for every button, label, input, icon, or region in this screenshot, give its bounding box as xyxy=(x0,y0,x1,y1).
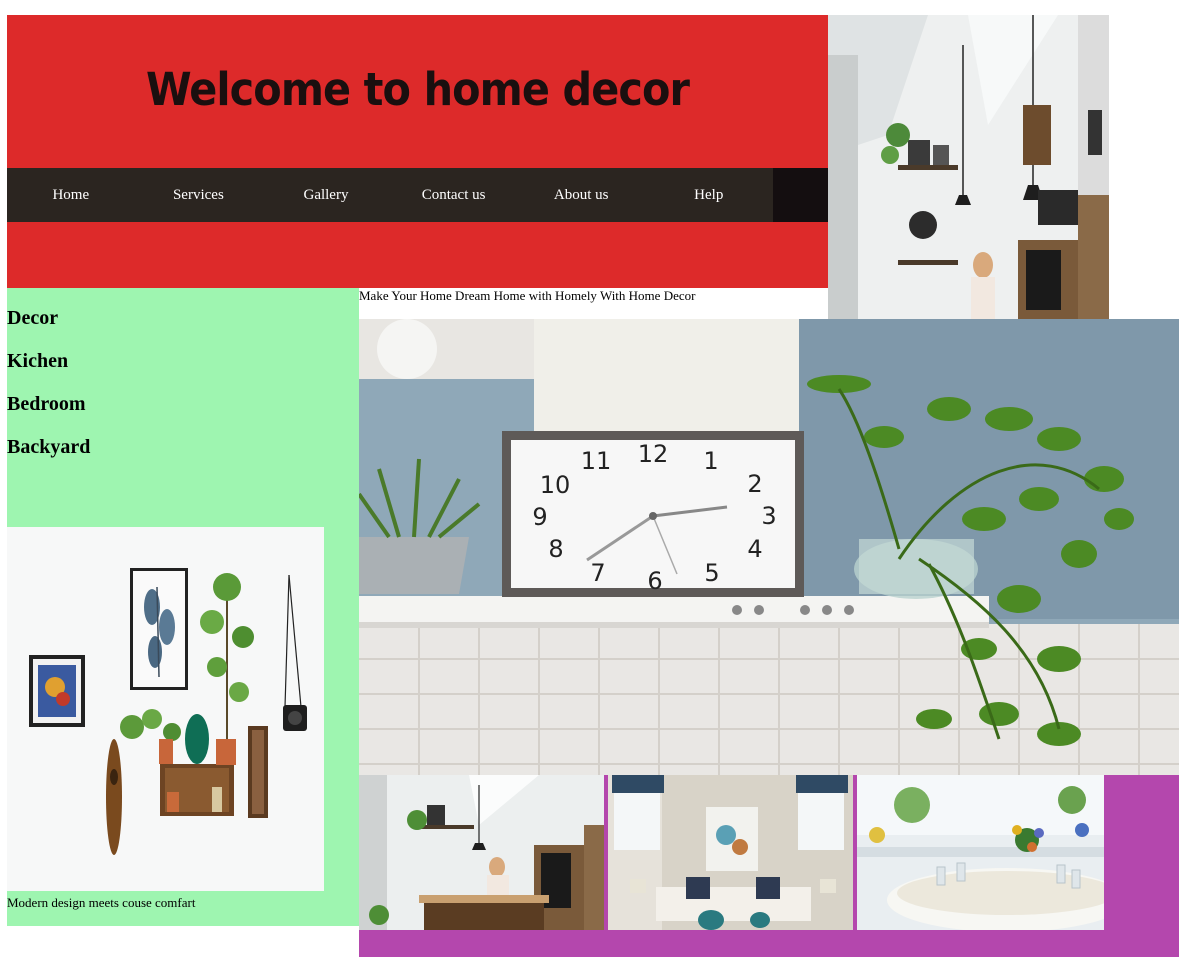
nav-contact-us[interactable]: Contact us xyxy=(390,168,518,222)
tagline-text: Make Your Home Dream Home with Homely Wi… xyxy=(359,288,696,303)
gallery-thumb-dining-table[interactable] xyxy=(857,775,1104,930)
page-title: Welcome to home decor xyxy=(145,63,690,116)
main-clock-photo: 12 1 2 3 4 5 6 7 8 9 10 11 xyxy=(359,319,1179,775)
hero-kitchen-photo xyxy=(828,15,1109,319)
clock-numeral-11: 11 xyxy=(581,447,612,475)
sidebar: Decor Kichen Bedroom Backyard Modern des… xyxy=(7,288,359,926)
clock-numeral-1: 1 xyxy=(703,447,718,475)
nav-services[interactable]: Services xyxy=(135,168,263,222)
sidebar-item-kichen[interactable]: Kichen xyxy=(7,350,68,373)
gallery-thumb-living-room[interactable] xyxy=(608,775,853,930)
clock-numeral-4: 4 xyxy=(747,535,762,563)
clock-numeral-9: 9 xyxy=(532,503,547,531)
site-header: Welcome to home decor Home Services Gall… xyxy=(7,15,828,288)
clock-numeral-7: 7 xyxy=(590,559,605,587)
nav-gallery[interactable]: Gallery xyxy=(262,168,390,222)
clock-numeral-5: 5 xyxy=(704,559,719,587)
nav-home[interactable]: Home xyxy=(7,168,135,222)
wall-decor-photo xyxy=(7,527,324,891)
nav-end-cap xyxy=(773,168,828,222)
clock-numeral-6: 6 xyxy=(647,567,662,595)
gallery-thumb-kitchen[interactable] xyxy=(359,775,604,930)
clock-numeral-12: 12 xyxy=(638,440,669,468)
sidebar-item-bedroom[interactable]: Bedroom xyxy=(7,393,86,416)
clock-numeral-8: 8 xyxy=(548,535,563,563)
gallery-strip xyxy=(359,775,1179,957)
nav-help[interactable]: Help xyxy=(645,168,773,222)
main-nav: Home Services Gallery Contact us About u… xyxy=(7,168,773,222)
clock-numeral-10: 10 xyxy=(540,471,571,499)
sidebar-caption: Modern design meets couse comfart xyxy=(7,895,196,910)
sidebar-item-decor[interactable]: Decor xyxy=(7,307,58,330)
sidebar-item-backyard[interactable]: Backyard xyxy=(7,436,90,459)
clock-numeral-3: 3 xyxy=(761,502,776,530)
clock-numeral-2: 2 xyxy=(747,470,762,498)
nav-about-us[interactable]: About us xyxy=(517,168,645,222)
